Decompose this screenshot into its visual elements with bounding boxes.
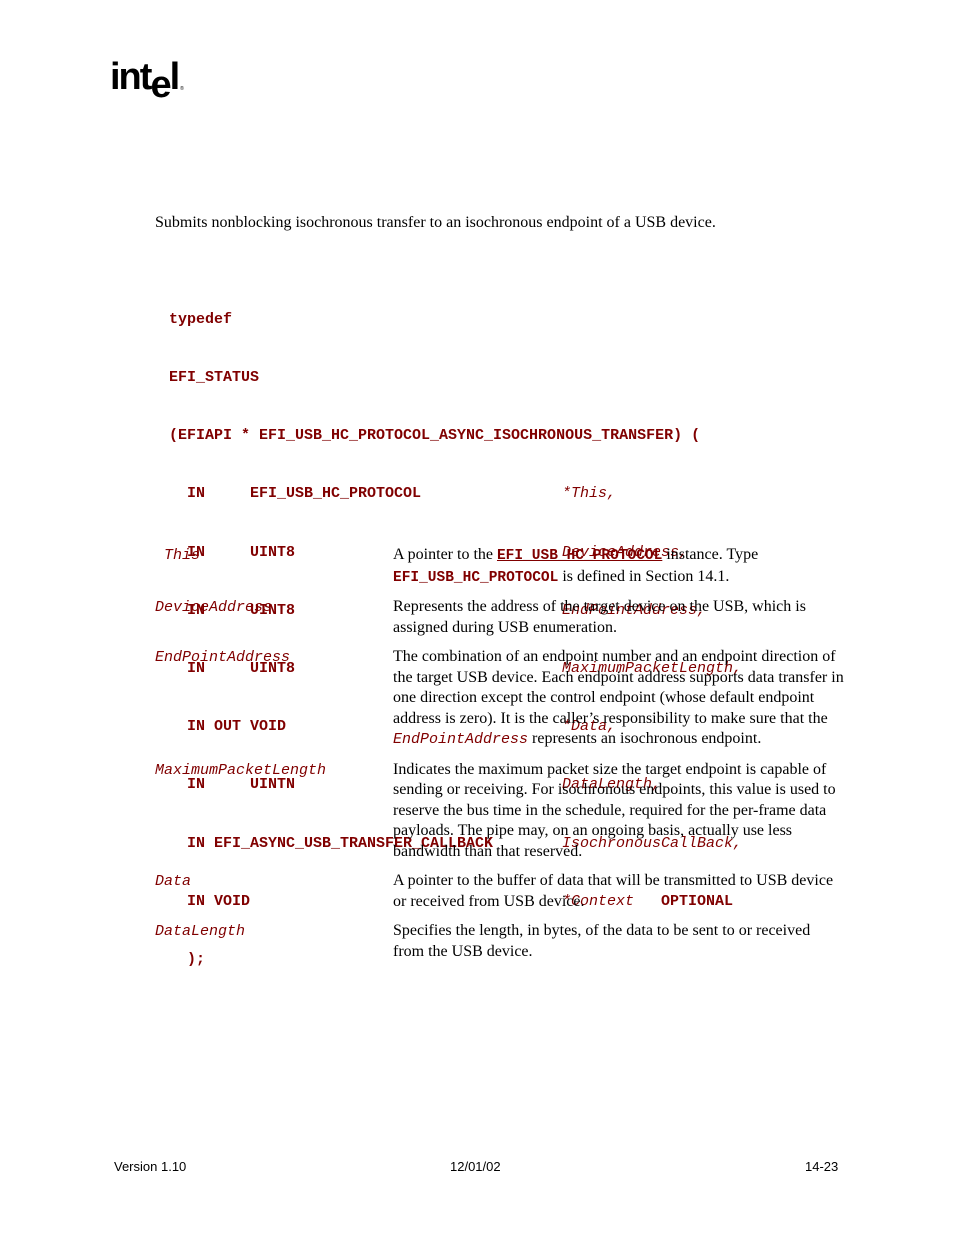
footer-date: 12/01/02 xyxy=(450,1159,501,1174)
parameter-name: EndPointAddress xyxy=(155,649,291,666)
code-keyword: EFI_STATUS xyxy=(169,369,260,387)
logo-text-l: l xyxy=(169,56,180,98)
parameter-row: Data A pointer to the buffer of data tha… xyxy=(155,871,845,912)
parameter-description: Represents the address of the target dev… xyxy=(393,598,806,636)
protocol-ref: EFI_USB_HC_PROTOCOL xyxy=(393,569,559,586)
parameter-name: DeviceAddress xyxy=(155,599,273,616)
summary-text: Submits nonblocking isochronous transfer… xyxy=(155,214,716,231)
code-line: EFI_STATUS xyxy=(169,368,259,387)
code-keyword: IN EFI_USB_HC_PROTOCOL xyxy=(169,485,422,503)
logo-text-e: e xyxy=(150,64,171,106)
code-keyword: (EFIAPI * EFI_USB_HC_PROTOCOL_ASYNC_ISOC… xyxy=(169,427,701,445)
intel-logo: intel ® xyxy=(110,56,184,104)
parameter-name: DataLength xyxy=(155,923,246,940)
parameter-row: MaximumPacketLength Indicates the maximu… xyxy=(155,760,845,863)
parameter-description: A pointer to the buffer of data that wil… xyxy=(393,872,834,910)
parameter-description: The combination of an endpoint number an… xyxy=(393,647,845,751)
code-line: IN EFI_USB_HC_PROTOCOL *This, xyxy=(169,484,616,503)
code-line: typedef xyxy=(169,310,232,329)
parameter-row: DeviceAddress Represents the address of … xyxy=(155,597,845,638)
parameter-description: A pointer to the EFI_USB_HC_PROTOCOL ins… xyxy=(393,545,845,588)
parameter-row: EndPointAddress The combination of an en… xyxy=(155,647,845,751)
protocol-link[interactable]: EFI_USB_HC_PROTOCOL xyxy=(497,548,662,564)
parameter-name: MaximumPacketLength xyxy=(155,761,327,779)
parameter-name: Data xyxy=(155,873,192,890)
parameter-description: Indicates the maximum packet size the ta… xyxy=(393,760,836,860)
parameter-name: This xyxy=(155,547,201,564)
registered-mark: ® xyxy=(180,86,184,92)
parameter-row: This A pointer to the EFI_USB_HC_PROTOCO… xyxy=(155,545,845,588)
code-keyword: typedef xyxy=(169,310,233,328)
desc-text: The combination of an endpoint number an… xyxy=(393,648,844,727)
desc-text: represents an isochronous endpoint. xyxy=(528,730,762,747)
code-param: *This, xyxy=(562,485,617,503)
parameter-row: DataLength Specifies the length, in byte… xyxy=(155,921,845,962)
logo-text: int xyxy=(110,56,152,98)
desc-text: instance. Type xyxy=(662,546,759,563)
desc-text: A pointer to the xyxy=(393,546,497,563)
footer-version: Version 1.10 xyxy=(114,1159,187,1174)
parameter-description: Specifies the length, in bytes, of the d… xyxy=(393,922,811,960)
param-ref: EndPointAddress xyxy=(393,731,529,748)
code-line: (EFIAPI * EFI_USB_HC_PROTOCOL_ASYNC_ISOC… xyxy=(169,426,700,445)
desc-text: is defined in Section 14.1. xyxy=(558,567,730,585)
footer-page-number: 14-23 xyxy=(805,1159,839,1174)
parameters-list: This A pointer to the EFI_USB_HC_PROTOCO… xyxy=(155,545,845,971)
